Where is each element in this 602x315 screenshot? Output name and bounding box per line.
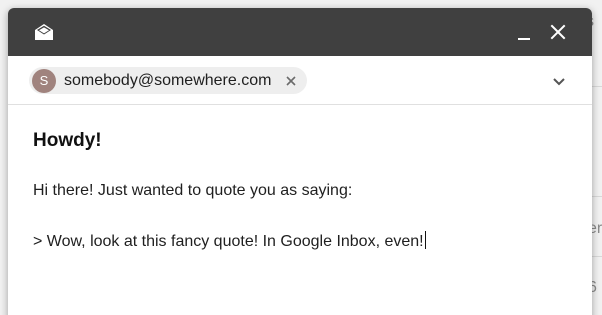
compose-header — [8, 8, 592, 56]
remove-recipient-icon[interactable] — [285, 75, 297, 87]
close-button[interactable] — [548, 22, 568, 42]
compose-window: S somebody@somewhere.com Howdy! Hi there… — [8, 8, 592, 315]
quote-text: > Wow, look at this fancy quote! In Goog… — [33, 233, 424, 250]
minimize-button[interactable] — [514, 22, 534, 42]
text-cursor — [424, 231, 426, 249]
recipient-email: somebody@somewhere.com — [64, 71, 272, 89]
avatar: S — [32, 68, 56, 93]
recipients-row[interactable]: S somebody@somewhere.com — [8, 56, 592, 105]
subject-text[interactable]: Howdy! — [33, 130, 102, 152]
chevron-down-icon[interactable] — [551, 74, 567, 88]
inbox-page: s er 6 S somebody@somewhere.com — [0, 0, 602, 315]
open-envelope-icon — [35, 24, 53, 40]
quote-line[interactable]: > Wow, look at this fancy quote! In Goog… — [33, 231, 426, 251]
body-line[interactable]: Hi there! Just wanted to quote you as sa… — [33, 182, 352, 200]
recipient-chip[interactable]: S somebody@somewhere.com — [29, 67, 308, 94]
